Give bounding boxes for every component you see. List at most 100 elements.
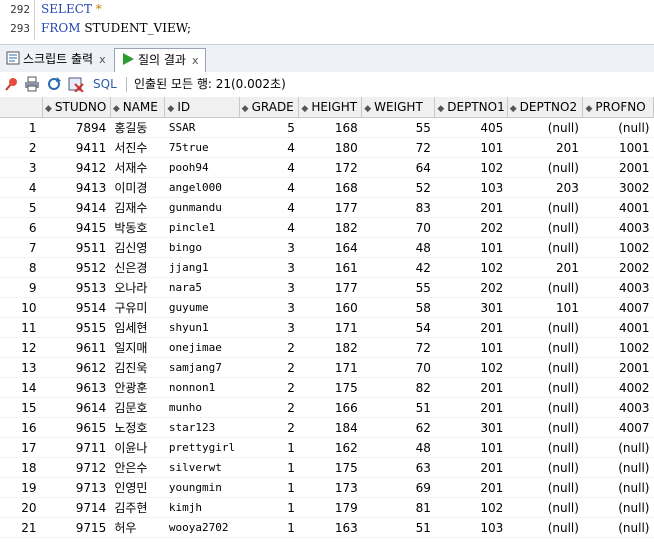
cell-id[interactable]: angel000 [164, 177, 240, 198]
cell-weight[interactable]: 82 [361, 377, 435, 398]
cell-height[interactable]: 168 [298, 177, 362, 198]
cell-height[interactable]: 163 [298, 517, 362, 538]
table-row[interactable]: 1 7894 홍길동 SSAR 5 168 55 405 (null) (null) [0, 117, 654, 138]
table-row[interactable]: 5 9414 김재수 gunmandu 4 177 83 201 (null) 4001 [0, 197, 654, 218]
column-header-name[interactable]: ◆ NAME [110, 97, 166, 118]
cell-grade[interactable]: 1 [239, 477, 299, 498]
cell-deptno1[interactable]: 301 [434, 297, 508, 318]
cell-id[interactable]: samjang7 [164, 357, 240, 378]
table-row[interactable]: 17 9711 이윤나 prettygirl 1 162 48 101 (null) (null) [0, 437, 654, 458]
tab-script-output[interactable]: 스크립트 출력 x [0, 48, 112, 70]
table-row[interactable]: 13 9612 김진욱 samjang7 2 171 70 102 (null) 2001 [0, 357, 654, 378]
cell-deptno1[interactable]: 202 [434, 217, 508, 238]
sql-button[interactable]: SQL [93, 72, 117, 97]
table-row[interactable]: 9 9513 오나라 nara5 3 177 55 202 (null) 4003 [0, 277, 654, 298]
cell-studno[interactable]: 9711 [42, 437, 111, 458]
cell-studno[interactable]: 9411 [42, 137, 111, 158]
cell-weight[interactable]: 48 [361, 437, 435, 458]
cell-deptno1[interactable]: 102 [434, 157, 508, 178]
cell-studno[interactable]: 9713 [42, 477, 111, 498]
cell-name[interactable]: 일지매 [110, 337, 165, 358]
cell-deptno2[interactable]: (null) [507, 497, 583, 518]
cell-height[interactable]: 162 [298, 437, 362, 458]
cell-deptno2[interactable]: (null) [507, 397, 583, 418]
cell-deptno2[interactable]: 101 [507, 297, 583, 318]
column-header-id[interactable]: ◆ ID [164, 97, 240, 118]
cell-grade[interactable]: 2 [239, 377, 299, 398]
cell-deptno2[interactable]: 203 [507, 177, 583, 198]
cell-deptno2[interactable]: (null) [507, 437, 583, 458]
cell-grade[interactable]: 1 [239, 457, 299, 478]
table-row[interactable]: 18 9712 안은수 silverwt 1 175 63 201 (null) (null) [0, 457, 654, 478]
table-row[interactable]: 15 9614 김문호 munho 2 166 51 201 (null) 4003 [0, 397, 654, 418]
cell-id[interactable]: gunmandu [164, 197, 240, 218]
cell-deptno1[interactable]: 201 [434, 317, 508, 338]
cell-name[interactable]: 노정호 [110, 417, 165, 438]
cell-profno[interactable]: 4003 [582, 397, 654, 418]
table-row[interactable]: 16 9615 노정호 star123 2 184 62 301 (null) 4007 [0, 417, 654, 438]
table-row[interactable]: 7 9511 김신영 bingo 3 164 48 101 (null) 1002 [0, 237, 654, 258]
cell-weight[interactable]: 72 [361, 337, 435, 358]
table-row[interactable]: 19 9713 인영민 youngmin 1 173 69 201 (null) (null) [0, 477, 654, 498]
cell-studno[interactable]: 9715 [42, 517, 111, 538]
cell-height[interactable]: 160 [298, 297, 362, 318]
cell-height[interactable]: 164 [298, 237, 362, 258]
cell-deptno1[interactable]: 102 [434, 357, 508, 378]
cell-height[interactable]: 168 [298, 117, 362, 138]
cell-id[interactable]: jjang1 [164, 257, 240, 278]
cell-deptno1[interactable]: 103 [434, 517, 508, 538]
cell-studno[interactable]: 9712 [42, 457, 111, 478]
cell-deptno1[interactable]: 102 [434, 257, 508, 278]
cell-height[interactable]: 179 [298, 497, 362, 518]
cell-grade[interactable]: 1 [239, 437, 299, 458]
cell-studno[interactable]: 9615 [42, 417, 111, 438]
cell-height[interactable]: 177 [298, 277, 362, 298]
cell-studno[interactable]: 9515 [42, 317, 111, 338]
cell-height[interactable]: 175 [298, 457, 362, 478]
cell-studno[interactable]: 7894 [42, 117, 111, 138]
cell-id[interactable]: guyume [164, 297, 240, 318]
cell-grade[interactable]: 2 [239, 357, 299, 378]
cell-deptno1[interactable]: 201 [434, 457, 508, 478]
cell-name[interactable]: 김문호 [110, 397, 165, 418]
cell-height[interactable]: 171 [298, 317, 362, 338]
cell-name[interactable]: 서재수 [110, 157, 165, 178]
sql-editor[interactable]: 292 SELECT * 293 FROM STUDENT_VIEW; [0, 0, 654, 40]
cell-grade[interactable]: 4 [239, 177, 299, 198]
cell-name[interactable]: 안광훈 [110, 377, 165, 398]
table-row[interactable]: 12 9611 일지매 onejimae 2 182 72 101 (null) 1002 [0, 337, 654, 358]
column-header-deptno1[interactable]: ◆ DEPTNO1 [434, 97, 508, 118]
cell-weight[interactable]: 48 [361, 237, 435, 258]
editor-line[interactable]: 293 FROM STUDENT_VIEW; [0, 19, 654, 38]
cell-deptno2[interactable]: (null) [507, 277, 583, 298]
cell-grade[interactable]: 4 [239, 197, 299, 218]
cell-deptno1[interactable]: 301 [434, 417, 508, 438]
close-icon[interactable]: x [192, 54, 199, 67]
cell-deptno1[interactable]: 102 [434, 497, 508, 518]
cell-name[interactable]: 이미경 [110, 177, 165, 198]
cell-weight[interactable]: 70 [361, 217, 435, 238]
cell-name[interactable]: 홍길동 [110, 117, 165, 138]
table-row[interactable]: 8 9512 신은경 jjang1 3 161 42 102 201 2002 [0, 257, 654, 278]
table-row[interactable]: 20 9714 김주현 kimjh 1 179 81 102 (null) (null) [0, 497, 654, 518]
cell-deptno2[interactable]: (null) [507, 217, 583, 238]
cell-grade[interactable]: 3 [239, 257, 299, 278]
cell-profno[interactable]: 4001 [582, 317, 654, 338]
result-grid[interactable]: ◆ STUDNO ◆ NAME ◆ ID ◆ GRADE ◆ HEIGHT ◆ WEIGHT… [0, 97, 654, 544]
table-row[interactable]: 10 9514 구유미 guyume 3 160 58 301 101 4007 [0, 297, 654, 318]
cell-profno[interactable]: (null) [582, 117, 654, 138]
close-icon[interactable]: x [99, 53, 106, 66]
cell-grade[interactable]: 3 [239, 237, 299, 258]
cell-id[interactable]: kimjh [164, 497, 240, 518]
cell-profno[interactable]: 4002 [582, 377, 654, 398]
cell-deptno2[interactable]: (null) [507, 117, 583, 138]
cell-name[interactable]: 인영민 [110, 477, 165, 498]
cell-weight[interactable]: 69 [361, 477, 435, 498]
cell-id[interactable]: wooya2702 [164, 517, 240, 538]
cell-id[interactable]: shyun1 [164, 317, 240, 338]
cell-grade[interactable]: 3 [239, 277, 299, 298]
cell-profno[interactable]: 4007 [582, 417, 654, 438]
cell-profno[interactable]: 2001 [582, 357, 654, 378]
cell-weight[interactable]: 51 [361, 517, 435, 538]
column-header-height[interactable]: ◆ HEIGHT [298, 97, 363, 118]
